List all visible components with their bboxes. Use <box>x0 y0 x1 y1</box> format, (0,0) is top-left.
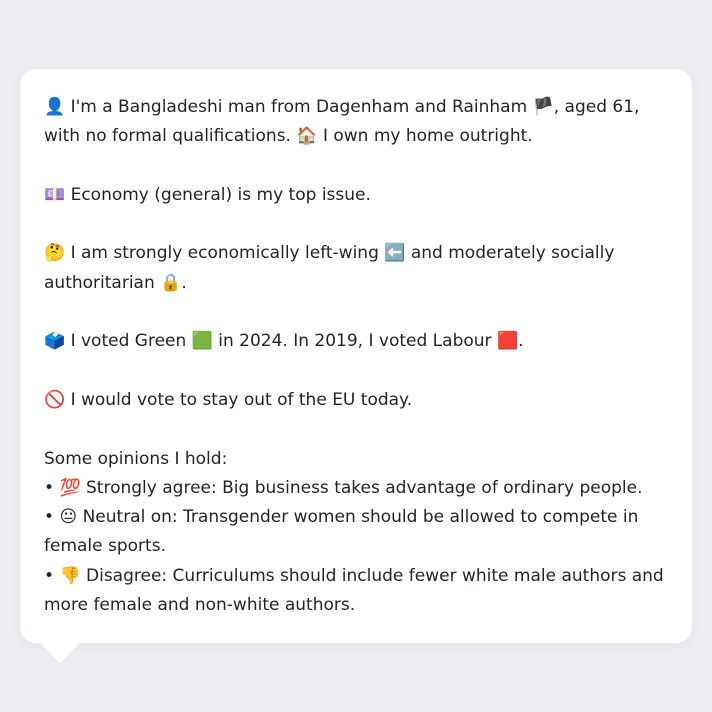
ballot-box-icon: 🗳️ <box>44 331 66 352</box>
opinion-item: • 😐 Neutral on: Transgender women should… <box>44 503 668 562</box>
votes-text-2: in 2024. In 2019, I voted Labour <box>212 331 497 352</box>
left-arrow-icon: ⬅️ <box>384 243 406 264</box>
opinion-text: Disagree: Curriculums should include few… <box>44 565 664 616</box>
opinion-text: Strongly agree: Big business takes advan… <box>80 477 643 498</box>
red-square-icon: 🟥 <box>496 331 519 352</box>
bullet: • <box>44 507 60 528</box>
politics-paragraph: 🤔 I am strongly economically left-wing ⬅… <box>44 239 668 298</box>
person-icon: 👤 <box>44 97 66 117</box>
eu-text: I would vote to stay out of the EU today… <box>65 389 413 410</box>
thumbs-down-icon: 👎 <box>59 565 81 586</box>
bubble-tail <box>39 642 81 663</box>
opinion-item: • 💯 Strongly agree: Big business takes a… <box>44 474 668 503</box>
top-issue-text: Economy (general) is my top issue. <box>65 184 371 205</box>
england-flag-icon: 🏴 <box>532 97 554 117</box>
votes-text-1: I voted Green <box>65 331 192 352</box>
neutral-face-icon: 😐 <box>59 507 78 528</box>
lock-icon: 🔒 <box>160 272 182 293</box>
intro-paragraph: 👤 I'm a Bangladeshi man from Dagenham an… <box>44 93 668 152</box>
house-icon: 🏠 <box>296 126 318 147</box>
intro-text-1: I'm a Bangladeshi man from Dagenham and … <box>65 97 533 117</box>
top-issue-paragraph: 💷 Economy (general) is my top issue. <box>44 181 668 210</box>
eu-paragraph: 🚫 I would vote to stay out of the EU tod… <box>44 386 668 415</box>
votes-paragraph: 🗳️ I voted Green 🟩 in 2024. In 2019, I v… <box>44 327 668 356</box>
intro-text-3: I own my home outright. <box>317 126 533 147</box>
politics-text-3: . <box>181 272 187 293</box>
bullet: • <box>44 565 60 586</box>
message-bubble: 👤 I'm a Bangladeshi man from Dagenham an… <box>20 69 692 643</box>
opinions-heading: Some opinions I hold: <box>44 448 228 469</box>
hundred-points-icon: 💯 <box>59 477 81 498</box>
prohibited-icon: 🚫 <box>44 389 66 410</box>
bullet: • <box>44 477 60 498</box>
thinking-face-icon: 🤔 <box>44 243 66 264</box>
votes-text-3: . <box>518 331 524 352</box>
politics-text-1: I am strongly economically left-wing <box>65 243 385 264</box>
pound-banknote-icon: 💷 <box>44 184 66 205</box>
opinion-item: • 👎 Disagree: Curriculums should include… <box>44 562 668 621</box>
opinion-text: Neutral on: Transgender women should be … <box>44 507 639 557</box>
green-square-icon: 🟩 <box>191 331 213 352</box>
